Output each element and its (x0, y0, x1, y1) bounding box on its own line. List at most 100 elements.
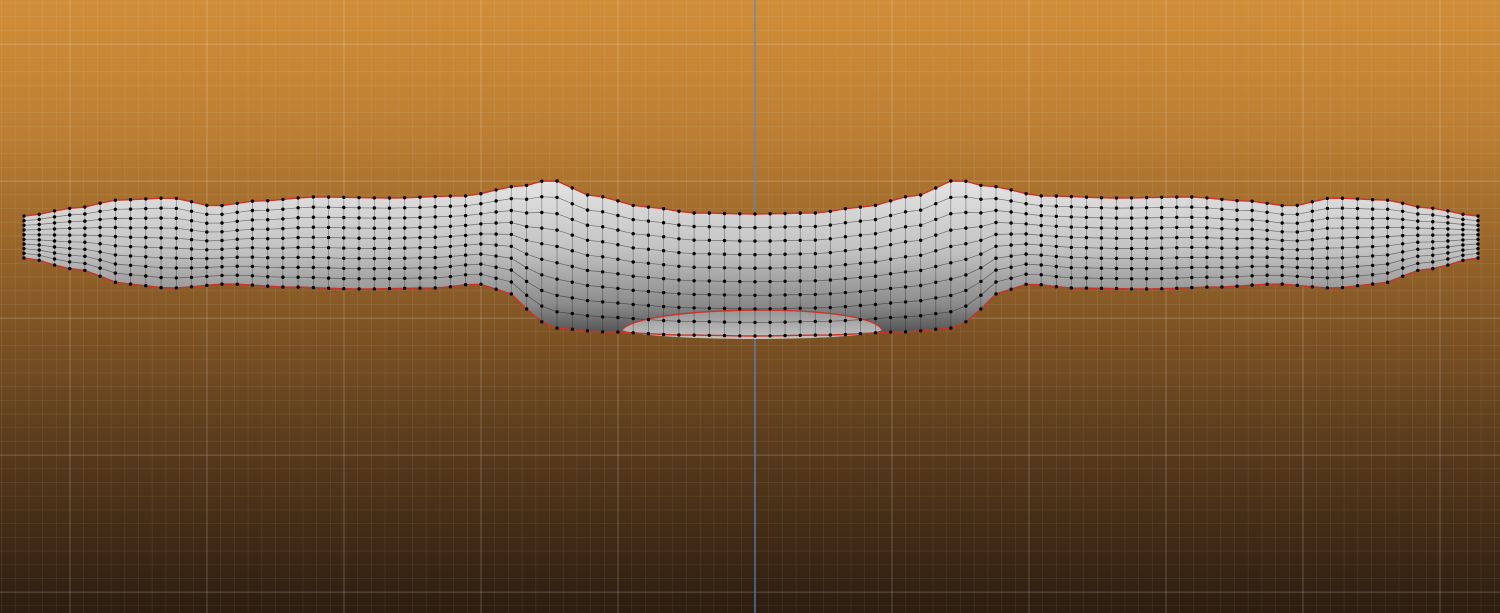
mesh-vertex[interactable] (601, 225, 605, 229)
mesh-vertex[interactable] (888, 199, 893, 203)
mesh-vertex[interactable] (646, 219, 651, 223)
mesh-vertex[interactable] (888, 243, 893, 247)
mesh-vertex[interactable] (1205, 206, 1209, 210)
mesh-vertex[interactable] (1355, 197, 1360, 201)
mesh-vertex[interactable] (692, 252, 696, 256)
mesh-vertex[interactable] (128, 235, 133, 239)
mesh-vertex[interactable] (52, 239, 57, 243)
mesh-vertex[interactable] (1069, 276, 1074, 280)
mesh-vertex[interactable] (1069, 225, 1074, 229)
mesh-vertex[interactable] (540, 257, 544, 261)
mesh-vertex[interactable] (1310, 285, 1315, 289)
mesh-vertex[interactable] (1009, 265, 1013, 269)
mesh-vertex[interactable] (403, 196, 407, 200)
mesh-vertex[interactable] (387, 246, 392, 251)
mesh-vertex[interactable] (540, 210, 544, 215)
mesh-vertex[interactable] (1220, 285, 1224, 289)
mesh-vertex[interactable] (418, 276, 422, 280)
mesh-vertex[interactable] (448, 254, 453, 259)
mesh-vertex[interactable] (266, 256, 270, 260)
mesh-vertex[interactable] (235, 219, 239, 223)
mesh-vertex[interactable] (783, 252, 787, 256)
mesh-vertex[interactable] (1024, 272, 1028, 276)
mesh-vertex[interactable] (1039, 253, 1043, 257)
mesh-vertex[interactable] (448, 234, 453, 239)
mesh-vertex[interactable] (540, 226, 544, 230)
mesh-vertex[interactable] (738, 266, 742, 270)
mesh-vertex[interactable] (418, 286, 422, 290)
mesh-vertex[interactable] (570, 296, 574, 300)
mesh-vertex[interactable] (540, 195, 544, 199)
mesh-vertex[interactable] (1385, 271, 1390, 275)
mesh-vertex[interactable] (979, 307, 983, 311)
mesh-vertex[interactable] (1220, 226, 1224, 231)
mesh-vertex[interactable] (1024, 192, 1028, 196)
mesh-vertex[interactable] (979, 279, 983, 284)
mesh-vertex[interactable] (1476, 237, 1480, 241)
mesh-vertex[interactable] (1416, 226, 1420, 230)
mesh-vertex[interactable] (524, 224, 529, 229)
mesh-vertex[interactable] (964, 195, 968, 199)
mesh-vertex[interactable] (113, 244, 118, 248)
mesh-vertex[interactable] (1476, 214, 1480, 218)
mesh-vertex[interactable] (174, 286, 178, 290)
mesh-vertex[interactable] (1250, 208, 1254, 213)
mesh-vertex[interactable] (661, 207, 666, 211)
mesh-vertex[interactable] (828, 292, 832, 296)
mesh-vertex[interactable] (1385, 253, 1390, 257)
mesh-vertex[interactable] (1069, 286, 1074, 290)
mesh-vertex[interactable] (235, 255, 239, 259)
mesh-vertex[interactable] (1084, 195, 1089, 199)
mesh-vertex[interactable] (949, 310, 953, 314)
mesh-vertex[interactable] (433, 276, 437, 280)
mesh-vertex[interactable] (479, 242, 483, 246)
mesh-vertex[interactable] (281, 246, 285, 250)
mesh-vertex[interactable] (250, 227, 255, 231)
mesh-vertex[interactable] (768, 334, 772, 338)
mesh-vertex[interactable] (601, 315, 605, 319)
mesh-vertex[interactable] (463, 283, 468, 287)
mesh-vertex[interactable] (296, 216, 300, 220)
mesh-vertex[interactable] (1325, 196, 1330, 201)
mesh-vertex[interactable] (1431, 240, 1435, 244)
viewport-canvas[interactable] (0, 0, 1500, 613)
mesh-vertex[interactable] (903, 300, 908, 304)
mesh-vertex[interactable] (994, 220, 998, 225)
mesh-vertex[interactable] (1175, 256, 1179, 260)
mesh-vertex[interactable] (1340, 216, 1345, 220)
mesh-vertex[interactable] (692, 279, 696, 283)
mesh-vertex[interactable] (1235, 275, 1239, 279)
mesh-vertex[interactable] (357, 256, 361, 261)
mesh-vertex[interactable] (235, 273, 239, 277)
mesh-vertex[interactable] (1175, 286, 1179, 290)
mesh-vertex[interactable] (601, 210, 605, 214)
mesh-vertex[interactable] (1446, 209, 1450, 213)
mesh-vertex[interactable] (994, 268, 998, 272)
mesh-vertex[interactable] (858, 261, 863, 265)
mesh-vertex[interactable] (220, 230, 224, 234)
mesh-vertex[interactable] (433, 255, 437, 260)
mesh-vertex[interactable] (250, 236, 255, 241)
mesh-vertex[interactable] (509, 196, 513, 201)
mesh-vertex[interactable] (403, 236, 407, 240)
mesh-vertex[interactable] (205, 274, 209, 279)
mesh-vertex[interactable] (540, 320, 544, 324)
mesh-vertex[interactable] (1250, 264, 1254, 269)
mesh-vertex[interactable] (813, 279, 817, 283)
mesh-vertex[interactable] (888, 213, 893, 218)
mesh-vertex[interactable] (403, 246, 407, 250)
mesh-vertex[interactable] (326, 246, 331, 250)
mesh-vertex[interactable] (903, 225, 908, 229)
mesh-vertex[interactable] (311, 245, 316, 249)
mesh-vertex[interactable] (1039, 194, 1043, 198)
mesh-vertex[interactable] (98, 258, 102, 262)
mesh-vertex[interactable] (494, 221, 498, 225)
mesh-vertex[interactable] (1129, 267, 1134, 271)
mesh-vertex[interactable] (873, 246, 878, 250)
mesh-vertex[interactable] (828, 319, 832, 323)
mesh-vertex[interactable] (979, 252, 983, 256)
mesh-vertex[interactable] (433, 205, 437, 209)
mesh-vertex[interactable] (1205, 285, 1209, 289)
mesh-vertex[interactable] (813, 306, 817, 310)
mesh-vertex[interactable] (83, 240, 87, 244)
